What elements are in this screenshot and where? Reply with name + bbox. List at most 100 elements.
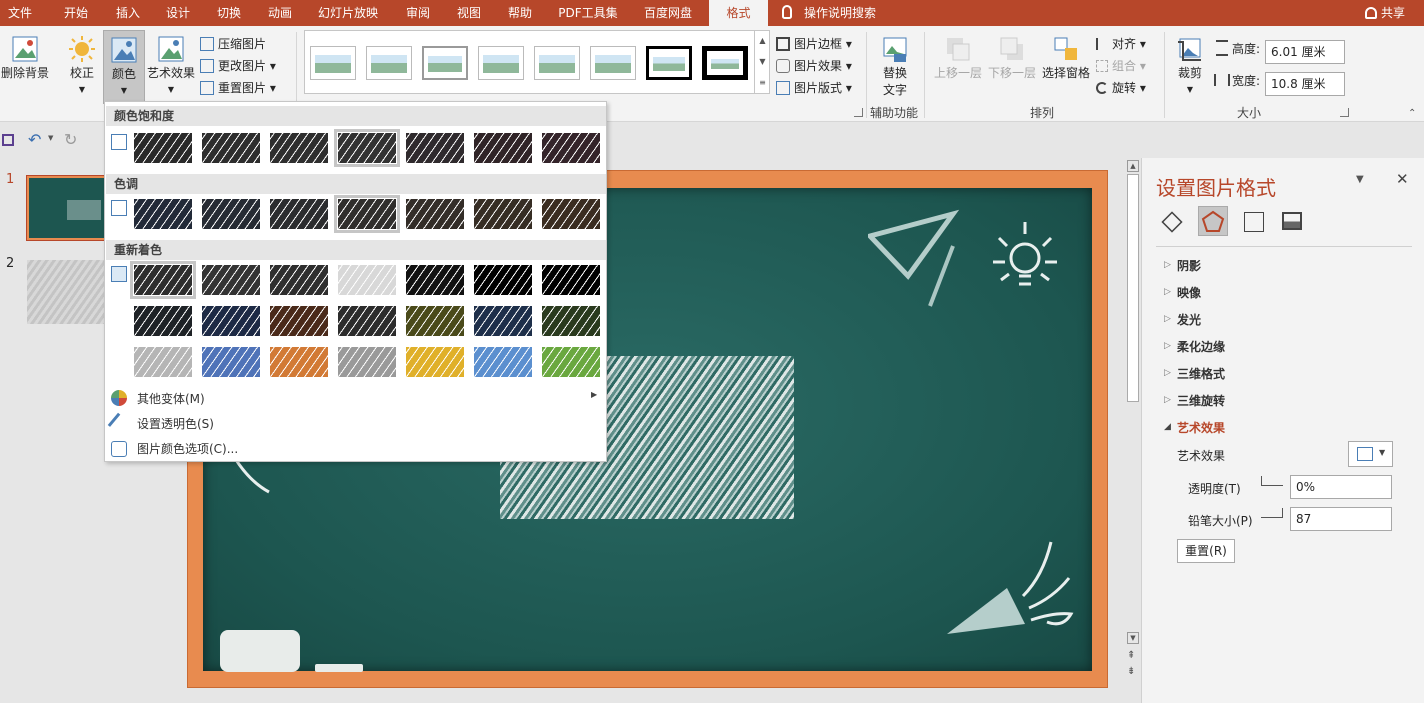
rotate-button[interactable]: 旋转 ▾ <box>1096 78 1146 98</box>
tell-me-search[interactable]: 操作说明搜索 <box>782 0 912 26</box>
recolor-row1-swatch-4[interactable] <box>337 264 397 296</box>
tone-swatch-1[interactable] <box>133 198 193 230</box>
remove-background-button[interactable]: 删除背景 <box>0 34 50 81</box>
artistic-effects-button[interactable]: 艺术效果 ▼ <box>146 34 196 95</box>
recolor-row3-swatch-4[interactable] <box>337 346 397 378</box>
section-3d-rotation[interactable]: 三维旋转 <box>1177 392 1225 409</box>
picture-style-6[interactable] <box>590 46 636 80</box>
transparency-input[interactable]: 0% <box>1290 475 1392 499</box>
height-input[interactable]: 6.01 厘米 <box>1265 40 1345 64</box>
tab-format[interactable]: 格式 <box>709 0 768 26</box>
transparency-slider-icon[interactable] <box>1261 476 1283 486</box>
recolor-row2-swatch-6[interactable] <box>473 305 533 337</box>
section-shadow[interactable]: 阴影 <box>1177 257 1201 274</box>
picture-tab-icon[interactable] <box>1282 212 1302 230</box>
recolor-row3-swatch-2[interactable] <box>201 346 261 378</box>
tab-help[interactable]: 帮助 <box>496 0 544 26</box>
gallery-scroll[interactable]: ▲ ▼ ≡ <box>754 30 770 94</box>
section-soft-edges[interactable]: 柔化边缘 <box>1177 338 1225 355</box>
share-button[interactable]: 共享 <box>1355 0 1415 26</box>
section-reflection[interactable]: 映像 <box>1177 284 1201 301</box>
tab-pdf-tools[interactable]: PDF工具集 <box>552 0 624 26</box>
picture-style-2[interactable] <box>366 46 412 80</box>
reset-button[interactable]: 重置(R) <box>1177 539 1235 563</box>
picture-style-4[interactable] <box>478 46 524 80</box>
saturation-swatch-5[interactable] <box>405 132 465 164</box>
recolor-row1-swatch-2[interactable] <box>201 264 261 296</box>
tab-review[interactable]: 审阅 <box>394 0 442 26</box>
picture-border-button[interactable]: 图片边框 ▾ <box>776 34 852 54</box>
next-slide-icon[interactable]: ⇟ <box>1127 666 1135 677</box>
artistic-effect-dropdown[interactable]: ▼ <box>1348 441 1393 467</box>
recolor-row1-swatch-3[interactable] <box>269 264 329 296</box>
previous-slide-icon[interactable]: ⇞ <box>1127 650 1135 661</box>
section-glow[interactable]: 发光 <box>1177 311 1201 328</box>
pane-options-icon[interactable]: ▼ <box>1356 174 1364 185</box>
picture-layout-button[interactable]: 图片版式 ▾ <box>776 78 852 98</box>
tone-swatch-3[interactable] <box>269 198 329 230</box>
recolor-row2-swatch-1[interactable] <box>133 305 193 337</box>
recolor-row2-swatch-5[interactable] <box>405 305 465 337</box>
section-artistic-effects[interactable]: 艺术效果 <box>1177 419 1225 436</box>
tab-insert[interactable]: 插入 <box>104 0 152 26</box>
align-button[interactable]: 对齐 ▾ <box>1096 34 1146 54</box>
alt-text-button[interactable]: 替换 文字 <box>872 34 918 98</box>
pencil-size-input[interactable]: 87 <box>1290 507 1392 531</box>
picture-effects-button[interactable]: 图片效果 ▾ <box>776 56 852 76</box>
recolor-row3-swatch-7[interactable] <box>541 346 601 378</box>
picture-style-8[interactable] <box>702 46 748 80</box>
bring-forward-button[interactable]: 上移一层 <box>932 34 984 81</box>
picture-style-1[interactable] <box>310 46 356 80</box>
width-input[interactable]: 10.8 厘米 <box>1265 72 1345 96</box>
vertical-scrollbar[interactable]: ▲ ▼ ⇞ ⇟ <box>1126 158 1140 688</box>
tab-animations[interactable]: 动画 <box>256 0 304 26</box>
picture-style-3[interactable] <box>422 46 468 80</box>
tone-swatch-4[interactable] <box>334 195 400 233</box>
size-properties-tab-icon[interactable] <box>1244 212 1264 232</box>
tab-file[interactable]: 文件 <box>0 0 40 26</box>
saturation-swatch-2[interactable] <box>201 132 261 164</box>
recolor-row3-swatch-6[interactable] <box>473 346 533 378</box>
recolor-row2-swatch-4[interactable] <box>337 305 397 337</box>
recolor-row2-swatch-3[interactable] <box>269 305 329 337</box>
set-transparent-color-item[interactable]: 设置透明色(S) <box>137 415 214 432</box>
recolor-row1-swatch-5[interactable] <box>405 264 465 296</box>
tone-swatch-5[interactable] <box>405 198 465 230</box>
crop-button[interactable]: 裁剪 ▼ <box>1170 34 1210 95</box>
undo-dropdown-icon[interactable]: ▼ <box>48 134 53 142</box>
recolor-row2-swatch-7[interactable] <box>541 305 601 337</box>
corrections-button[interactable]: 校正 ▼ <box>60 34 104 95</box>
more-variations-item[interactable]: 其他变体(M) <box>137 390 205 407</box>
scroll-down-icon[interactable]: ▼ <box>1127 632 1139 644</box>
saturation-swatch-4[interactable] <box>334 129 400 167</box>
fill-line-tab-icon[interactable] <box>1161 211 1183 233</box>
tab-design[interactable]: 设计 <box>154 0 202 26</box>
tone-swatch-7[interactable] <box>541 198 601 230</box>
recolor-row1-swatch-7[interactable] <box>541 264 601 296</box>
recolor-row1-swatch-6[interactable] <box>473 264 533 296</box>
tab-transitions[interactable]: 切换 <box>205 0 253 26</box>
undo-icon[interactable]: ↶ <box>28 130 41 149</box>
pencil-size-slider-icon[interactable] <box>1261 508 1283 518</box>
saturation-swatch-7[interactable] <box>541 132 601 164</box>
reset-picture-button[interactable]: 重置图片 ▾ <box>200 78 276 98</box>
saturation-swatch-1[interactable] <box>133 132 193 164</box>
collapse-ribbon-icon[interactable]: ⌃ <box>1408 108 1416 119</box>
scroll-up-icon[interactable]: ▲ <box>1127 160 1139 172</box>
color-button[interactable]: 颜色 ▼ <box>103 30 145 104</box>
picture-style-7[interactable] <box>646 46 692 80</box>
effects-tab-icon[interactable] <box>1198 206 1228 236</box>
tone-swatch-6[interactable] <box>473 198 533 230</box>
tab-home[interactable]: 开始 <box>52 0 100 26</box>
saturation-swatch-3[interactable] <box>269 132 329 164</box>
recolor-row1-swatch-1[interactable] <box>130 261 196 299</box>
section-3d-format[interactable]: 三维格式 <box>1177 365 1225 382</box>
picture-style-5[interactable] <box>534 46 580 80</box>
close-pane-icon[interactable]: ✕ <box>1396 170 1409 188</box>
recolor-row3-swatch-5[interactable] <box>405 346 465 378</box>
compress-pictures-button[interactable]: 压缩图片 <box>200 34 266 54</box>
tab-slideshow[interactable]: 幻灯片放映 <box>312 0 384 26</box>
redo-icon[interactable]: ↻ <box>64 130 77 149</box>
dialog-launcher-icon[interactable] <box>854 108 863 117</box>
scroll-thumb[interactable] <box>1127 174 1139 402</box>
